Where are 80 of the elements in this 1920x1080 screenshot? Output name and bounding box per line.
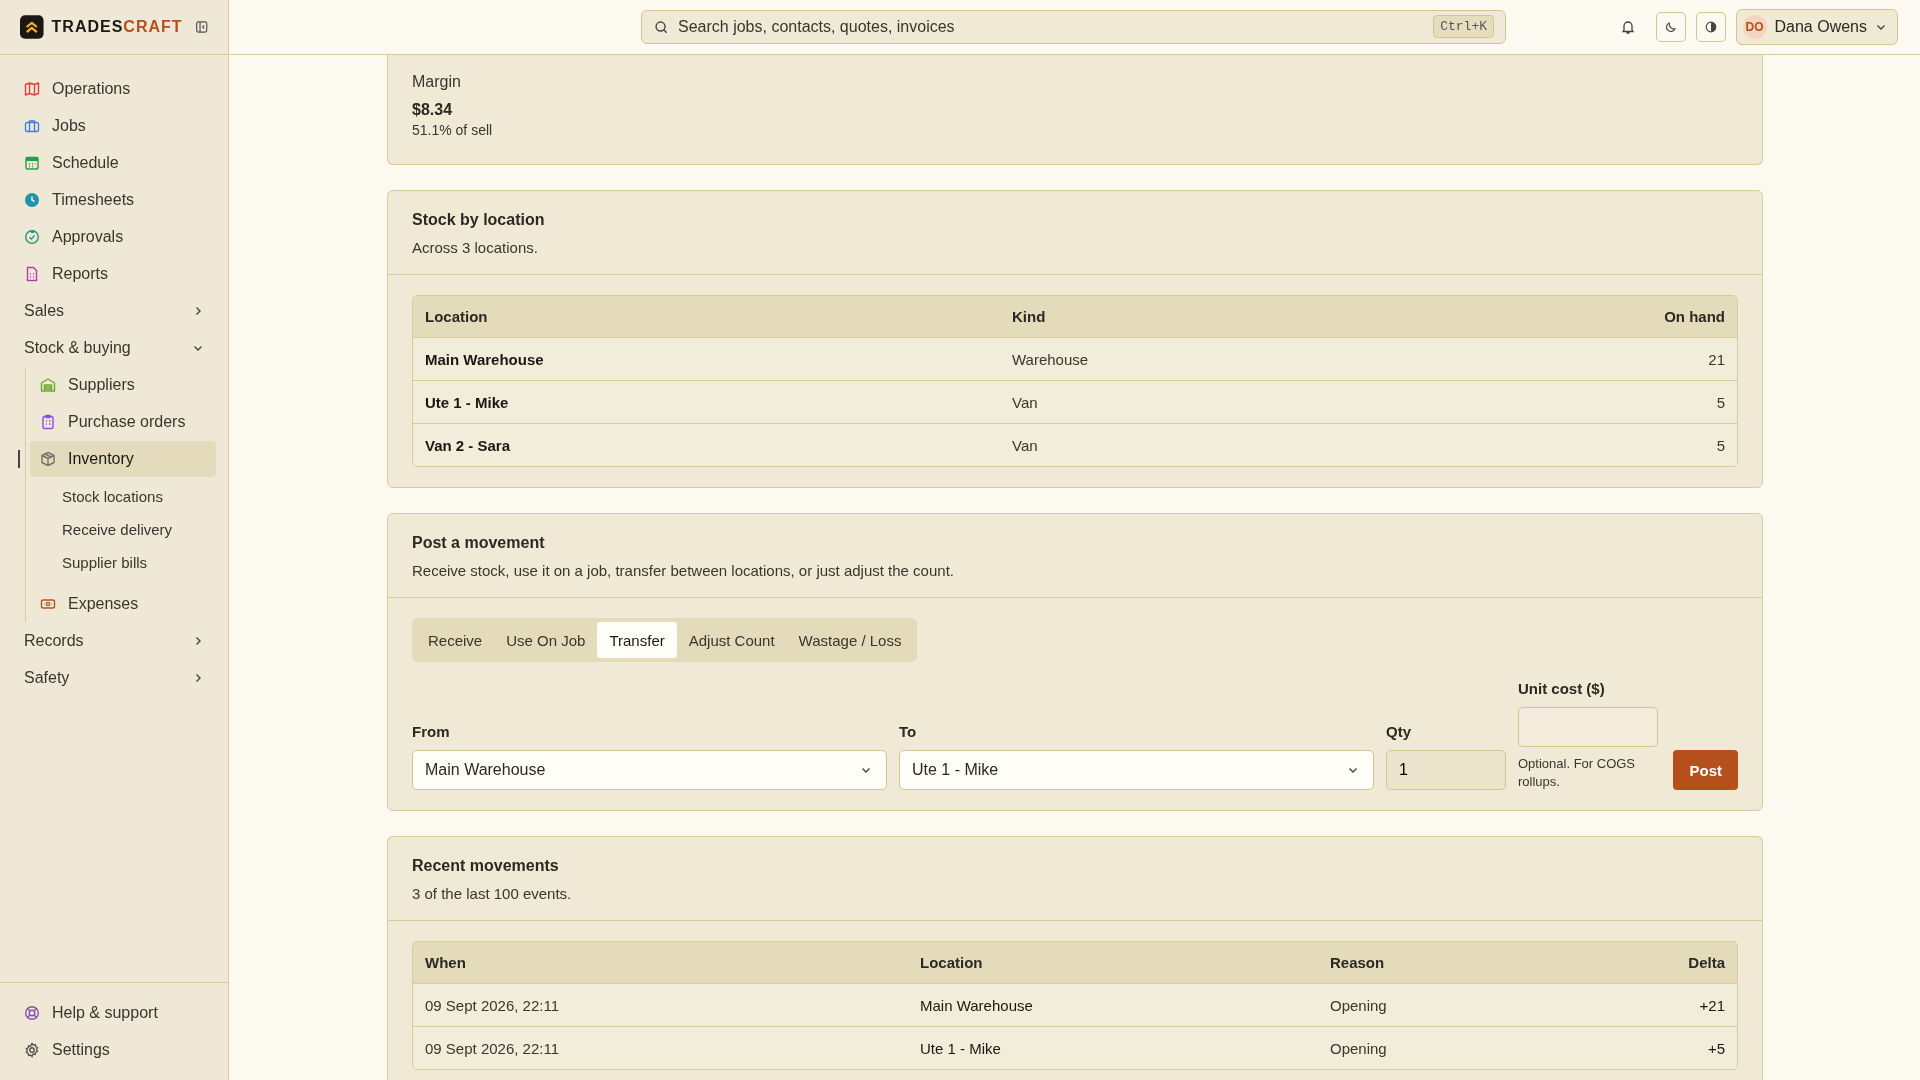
column-header: Reason bbox=[1329, 954, 1386, 972]
logo-icon bbox=[20, 13, 44, 41]
sidebar-item[interactable]: Reports bbox=[12, 256, 216, 292]
table-cell-text: Main Warehouse bbox=[424, 350, 545, 368]
card-subtitle: Across 3 locations. bbox=[412, 239, 539, 256]
user-name: Dana Owens bbox=[1774, 18, 1867, 36]
field-label: From bbox=[412, 723, 451, 741]
card-title: Recent movements bbox=[412, 857, 560, 876]
table-cell-text: Ute 1 - Mike bbox=[424, 393, 510, 411]
sidebar-group[interactable]: Safety bbox=[12, 660, 216, 696]
unit-cost-input[interactable] bbox=[1518, 707, 1658, 747]
moon-icon bbox=[1663, 20, 1678, 34]
table-cell-text: Warehouse bbox=[1011, 350, 1090, 368]
sidebar-item[interactable]: Operations bbox=[12, 71, 216, 107]
sidebar-item[interactable]: Approvals bbox=[12, 219, 216, 255]
dark-mode-button[interactable] bbox=[1655, 12, 1686, 42]
tab[interactable]: Use On Job bbox=[494, 622, 598, 658]
contrast-icon bbox=[1703, 20, 1718, 34]
column-header: Location bbox=[919, 954, 984, 972]
table-cell-text: 09 Sept 2026, 22:11 bbox=[424, 1039, 560, 1057]
tab[interactable]: Adjust Count bbox=[676, 622, 787, 658]
table-cell-text: Ute 1 - Mike bbox=[919, 1039, 1002, 1057]
search-icon bbox=[654, 20, 669, 35]
table-cell-text: Van bbox=[1011, 436, 1039, 454]
margin-note: 51.1% of sell bbox=[412, 122, 494, 138]
sidebar-item[interactable]: Settings bbox=[12, 1032, 216, 1068]
sidebar-item[interactable]: Suppliers bbox=[30, 367, 216, 403]
field-label: Qty bbox=[1386, 723, 1412, 741]
sidebar-item[interactable]: Schedule bbox=[12, 145, 216, 181]
notifications-icon[interactable] bbox=[1619, 19, 1636, 35]
to-select[interactable]: Ute 1 - Mike bbox=[899, 750, 1374, 791]
tab[interactable]: Transfer bbox=[597, 622, 677, 658]
brand-name: TRADESCRAFT bbox=[51, 18, 183, 36]
user-avatar: DO bbox=[1742, 15, 1767, 39]
card-subtitle: Receive stock, use it on a job, transfer between locations, or just adjust the count. bbox=[412, 562, 955, 579]
from-select[interactable]: Main Warehouse bbox=[412, 750, 887, 791]
sidebar-group[interactable]: Stock & buying bbox=[12, 330, 216, 366]
card-subtitle: 3 of the last 100 events. bbox=[412, 885, 573, 903]
table-cell-text: +5 bbox=[1706, 1039, 1726, 1057]
tab[interactable]: Receive bbox=[416, 622, 495, 658]
column-header: Delta bbox=[1687, 954, 1726, 972]
sidebar-item[interactable]: Purchase orders bbox=[30, 404, 216, 440]
collapse-sidebar-icon[interactable] bbox=[194, 19, 208, 35]
field-hint: Optional. For COGS rollups. bbox=[1518, 755, 1637, 791]
field-label: Unit cost ($) bbox=[1518, 680, 1606, 697]
table-cell-text: Opening bbox=[1329, 996, 1388, 1014]
sidebar-subitem[interactable]: Receive delivery bbox=[30, 513, 216, 546]
table-cell-text: +21 bbox=[1698, 996, 1726, 1014]
table-cell-text: 21 bbox=[1707, 350, 1726, 368]
sidebar-item[interactable]: Timesheets bbox=[12, 182, 216, 218]
sidebar-item[interactable]: Jobs bbox=[12, 108, 216, 144]
margin-value: $8.34 bbox=[412, 101, 454, 119]
user-menu-button[interactable]: DO Dana Owens bbox=[1735, 9, 1898, 45]
sidebar-group[interactable]: Records bbox=[12, 623, 216, 659]
selection-indicator bbox=[18, 450, 20, 468]
table-cell-text: 5 bbox=[1715, 393, 1726, 411]
qty-input[interactable]: 1 bbox=[1386, 750, 1506, 791]
column-header: On hand bbox=[1663, 308, 1726, 325]
table-cell-text: 5 bbox=[1715, 436, 1726, 454]
column-header: When bbox=[424, 954, 467, 972]
sidebar-subitem[interactable]: Supplier bills bbox=[30, 546, 216, 579]
card-title: Post a movement bbox=[412, 534, 546, 552]
card-title: Stock by location bbox=[412, 211, 546, 229]
field-label: To bbox=[899, 723, 918, 741]
sidebar-subitem[interactable]: Stock locations bbox=[30, 480, 216, 513]
sidebar-item[interactable]: Expenses bbox=[30, 586, 216, 622]
contrast-button[interactable] bbox=[1695, 12, 1726, 42]
table-cell-text: Main Warehouse bbox=[919, 996, 1034, 1014]
tab[interactable]: Wastage / Loss bbox=[786, 622, 914, 658]
post-button[interactable]: Post bbox=[1673, 750, 1738, 791]
shortcut-hint: Ctrl+K bbox=[1433, 15, 1494, 38]
table-cell-text: Van 2 - Sara bbox=[424, 436, 512, 454]
table-cell-text: Opening bbox=[1329, 1039, 1388, 1057]
margin-label: Margin bbox=[412, 73, 462, 91]
column-header: Kind bbox=[1011, 308, 1047, 325]
sidebar-group[interactable]: Sales bbox=[12, 293, 216, 329]
table-cell-text: 09 Sept 2026, 22:11 bbox=[424, 996, 560, 1014]
column-header: Location bbox=[424, 308, 489, 325]
table-cell-text: Van bbox=[1011, 393, 1039, 411]
sidebar-item[interactable]: Help & support bbox=[12, 995, 216, 1031]
